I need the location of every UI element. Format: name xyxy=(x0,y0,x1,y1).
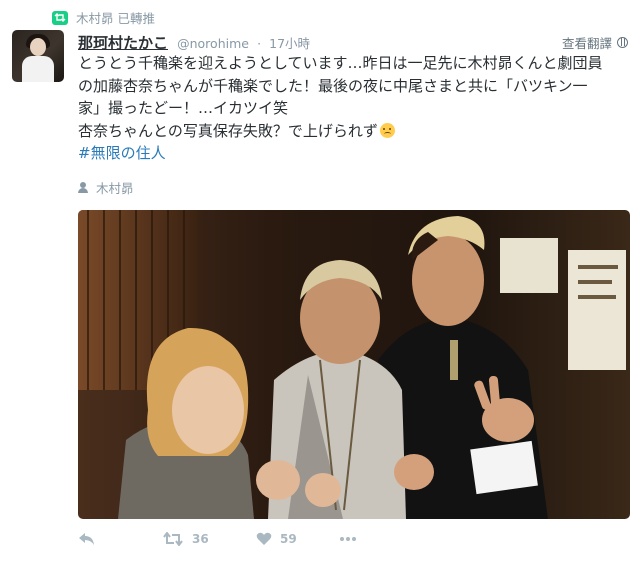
tweet-photo[interactable] xyxy=(78,210,630,519)
sad-face-emoji-icon xyxy=(379,122,395,138)
hashtag-link[interactable]: #無限の住人 xyxy=(78,144,166,162)
person-icon xyxy=(78,182,88,193)
tweet-line: とうとう千穐楽を迎えようとしています…昨日は一足先に木村昴くんと劇団員 xyxy=(78,54,603,72)
globe-icon xyxy=(617,37,628,48)
like-count: 59 xyxy=(280,532,297,546)
like-button[interactable]: 59 xyxy=(256,532,340,546)
separator-dot: · xyxy=(257,36,262,51)
tagged-user[interactable]: 木村昴 xyxy=(78,178,134,197)
heart-icon xyxy=(256,532,272,545)
tweet-timestamp[interactable]: 17小時 xyxy=(269,36,310,51)
retweet-icon xyxy=(163,532,183,546)
tweet-text: とうとう千穐楽を迎えようとしています…昨日は一足先に木村昴くんと劇団員 の加藤杏… xyxy=(78,52,630,165)
more-icon xyxy=(340,537,356,541)
photo-illustration xyxy=(78,210,630,519)
retweet-context-text[interactable]: 木村昴 已轉推 xyxy=(76,8,155,27)
translate-label: 查看翻譯 xyxy=(561,36,612,51)
tweet-actions: 36 59 xyxy=(78,532,356,546)
retweet-badge-icon xyxy=(52,10,68,25)
reply-button[interactable] xyxy=(78,532,162,546)
tweet-line: 家」撮ったどー！…イカツイ笑 xyxy=(78,99,289,117)
author-display-name[interactable]: 那珂村たかこ xyxy=(78,34,168,52)
tweet-line: 杏奈ちゃんとの写真保存失敗？で上げられず xyxy=(78,121,378,140)
translate-link[interactable]: 查看翻譯 xyxy=(562,33,628,52)
author-avatar[interactable] xyxy=(12,30,64,82)
retweet-button[interactable]: 36 xyxy=(162,532,256,546)
author-handle[interactable]: @norohime xyxy=(177,36,249,51)
more-button[interactable] xyxy=(340,536,356,542)
retweet-count: 36 xyxy=(192,532,209,546)
retweet-context: 木村昴 已轉推 xyxy=(52,8,155,27)
tweet-line-with-emoji: 杏奈ちゃんとの写真保存失敗？で上げられず xyxy=(78,120,630,143)
tagged-user-name: 木村昴 xyxy=(96,181,134,196)
tweet-header: 那珂村たかこ @norohime · 17小時 查看翻譯 xyxy=(78,32,628,52)
reply-icon xyxy=(79,533,94,545)
tweet-line: の加藤杏奈ちゃんが千穐楽でした！最後の夜に中尾さまと共に「バツキン一 xyxy=(78,76,588,95)
